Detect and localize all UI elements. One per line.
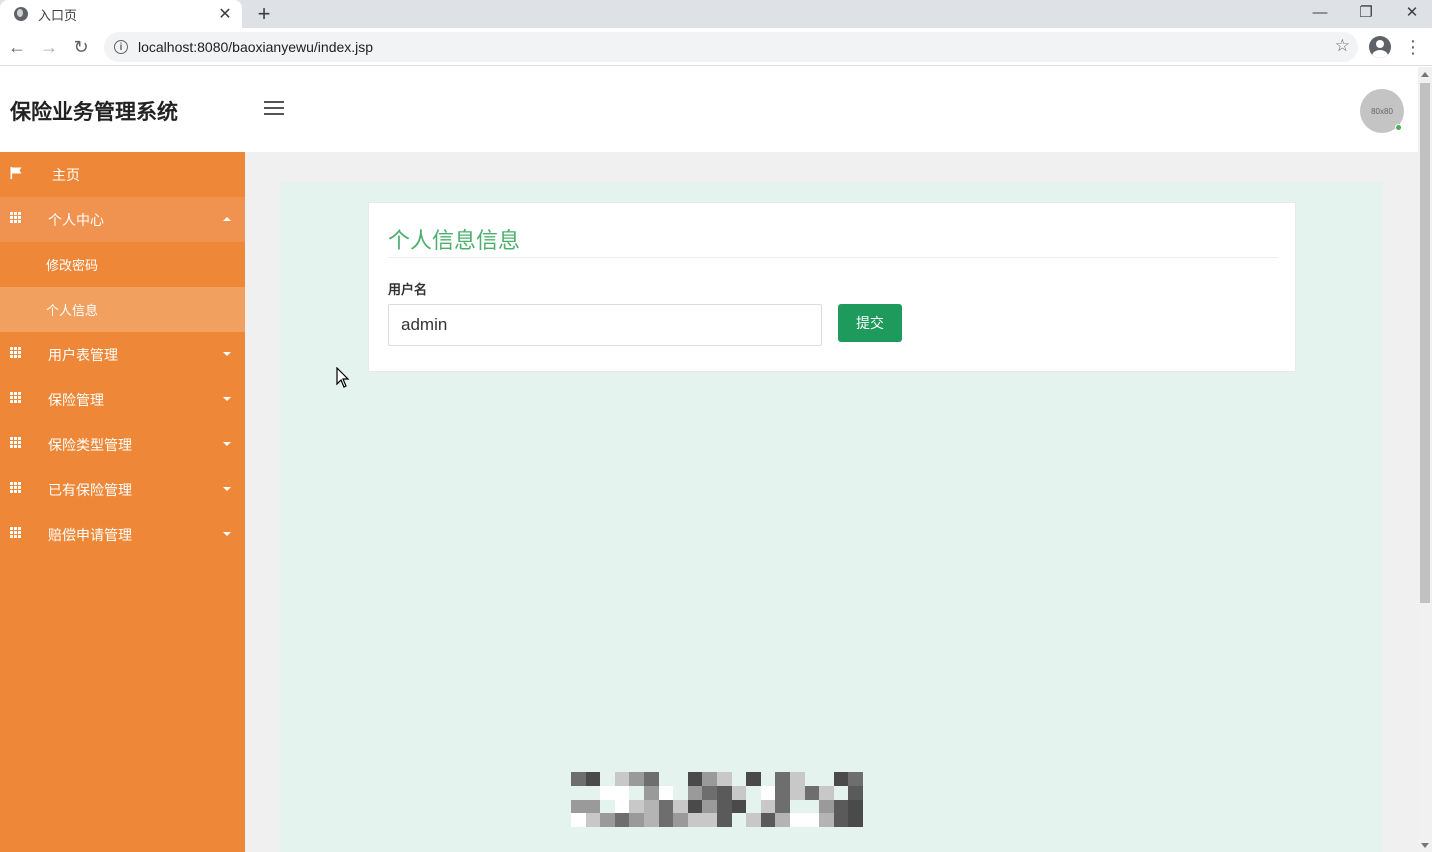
sidebar-item-insurance[interactable]: 保险管理 bbox=[0, 377, 245, 422]
caret-down-icon bbox=[223, 397, 231, 401]
grid-icon bbox=[10, 392, 23, 404]
caret-down-icon bbox=[223, 487, 231, 491]
sidebar-item-label: 赔偿申请管理 bbox=[48, 526, 132, 543]
sidebar-item-label: 保险管理 bbox=[48, 391, 104, 408]
username-label: 用户名 bbox=[388, 282, 428, 297]
app-header: 保险业务管理系统 80x80 bbox=[0, 67, 1418, 152]
caret-down-icon bbox=[223, 442, 231, 446]
caret-down-icon bbox=[223, 532, 231, 536]
avatar-text: 80x80 bbox=[1371, 106, 1393, 116]
grid-icon bbox=[10, 527, 23, 539]
url-text[interactable]: localhost:8080/baoxianyewu/index.jsp bbox=[138, 39, 1358, 55]
sidebar-item-label: 保险类型管理 bbox=[48, 436, 132, 453]
sidebar-item-claims[interactable]: 赔偿申请管理 bbox=[0, 512, 245, 557]
caret-up-icon bbox=[223, 217, 231, 221]
bookmark-star-icon[interactable]: ☆ bbox=[1335, 36, 1350, 56]
username-input[interactable] bbox=[388, 304, 822, 346]
tab-close-icon[interactable]: ✕ bbox=[214, 3, 236, 25]
card-title: 个人信息信息 bbox=[388, 228, 521, 253]
online-status-icon bbox=[1395, 124, 1402, 131]
personal-info-card: 个人信息信息 用户名 提交 bbox=[368, 202, 1296, 372]
grid-icon bbox=[10, 347, 23, 359]
page-scrollbar[interactable] bbox=[1418, 67, 1432, 852]
tab-title: 入口页 bbox=[38, 7, 78, 23]
sidebar-subitem-change-password[interactable]: 修改密码 bbox=[0, 242, 245, 287]
hamburger-menu-icon[interactable] bbox=[264, 101, 284, 117]
omnibox[interactable]: i localhost:8080/baoxianyewu/index.jsp ☆ bbox=[104, 32, 1358, 62]
sidebar-item-existing-insurance[interactable]: 已有保险管理 bbox=[0, 467, 245, 512]
scroll-up-icon[interactable] bbox=[1421, 72, 1429, 77]
browser-menu-icon[interactable]: ⋮ bbox=[1404, 36, 1422, 58]
sidebar-item-label: 用户表管理 bbox=[48, 346, 118, 363]
pixelated-footer-image bbox=[571, 772, 863, 827]
mouse-cursor-icon bbox=[336, 367, 350, 388]
page: 保险业务管理系统 80x80 主页 个人中心 修改密码 个人信息 用户表管理 保… bbox=[0, 67, 1418, 852]
reload-button[interactable]: ↻ bbox=[68, 34, 94, 60]
card-divider bbox=[388, 257, 1278, 258]
avatar[interactable]: 80x80 bbox=[1360, 89, 1404, 133]
browser-tab[interactable]: 入口页 ✕ bbox=[0, 0, 242, 28]
scroll-down-icon[interactable] bbox=[1421, 843, 1429, 848]
forward-button[interactable]: → bbox=[36, 34, 62, 60]
grid-icon bbox=[10, 437, 23, 449]
grid-icon bbox=[10, 212, 23, 224]
minimize-button[interactable]: — bbox=[1297, 0, 1343, 24]
scroll-thumb[interactable] bbox=[1420, 83, 1430, 603]
caret-down-icon bbox=[223, 352, 231, 356]
grid-icon bbox=[10, 482, 23, 494]
new-tab-button[interactable]: + bbox=[252, 1, 276, 26]
sidebar-item-label: 个人中心 bbox=[48, 211, 104, 228]
profile-icon[interactable] bbox=[1369, 36, 1391, 58]
address-bar: ← → ↻ i localhost:8080/baoxianyewu/index… bbox=[0, 28, 1432, 66]
submit-button[interactable]: 提交 bbox=[838, 304, 902, 342]
sidebar-subitem-personal-info[interactable]: 个人信息 bbox=[0, 287, 245, 332]
window-close-button[interactable]: ✕ bbox=[1389, 0, 1432, 24]
back-button[interactable]: ← bbox=[4, 34, 30, 60]
browser-tab-bar: 入口页 ✕ + — ❐ ✕ bbox=[0, 0, 1432, 28]
globe-icon bbox=[14, 7, 28, 21]
sidebar-item-label: 主页 bbox=[52, 166, 80, 183]
brand-title: 保险业务管理系统 bbox=[10, 101, 178, 124]
sidebar-item-personal-center[interactable]: 个人中心 bbox=[0, 197, 245, 242]
sidebar: 主页 个人中心 修改密码 个人信息 用户表管理 保险管理 保险类型管理 已有保险… bbox=[0, 152, 245, 852]
info-icon[interactable]: i bbox=[114, 40, 128, 54]
sidebar-item-home[interactable]: 主页 bbox=[0, 152, 245, 197]
sidebar-item-user-table[interactable]: 用户表管理 bbox=[0, 332, 245, 377]
sidebar-item-label: 已有保险管理 bbox=[48, 481, 132, 498]
flag-icon bbox=[10, 167, 22, 179]
sidebar-item-insurance-type[interactable]: 保险类型管理 bbox=[0, 422, 245, 467]
maximize-button[interactable]: ❐ bbox=[1343, 0, 1389, 24]
